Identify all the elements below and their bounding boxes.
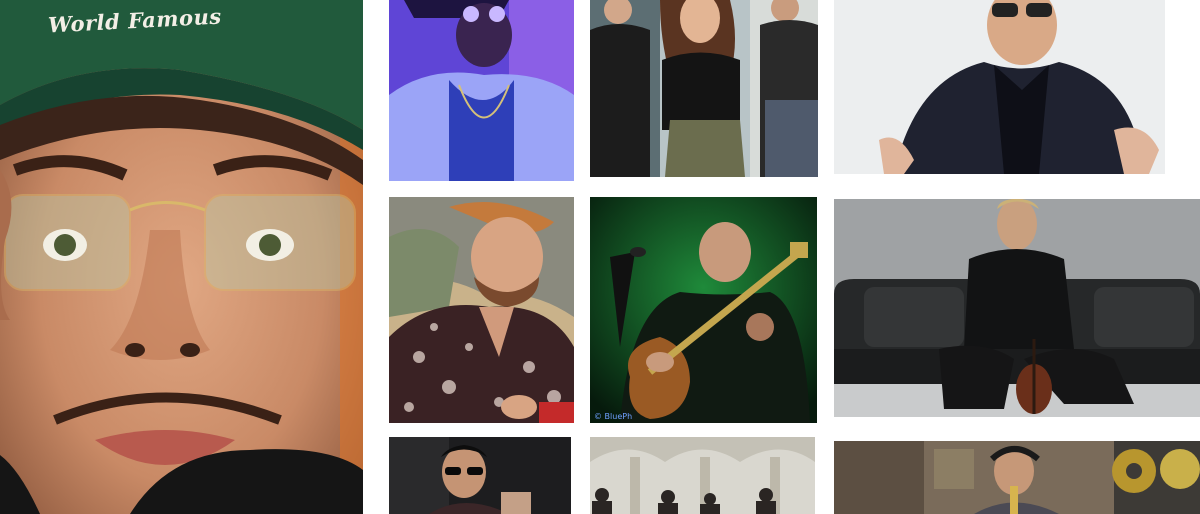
portrait-image [0, 0, 363, 514]
photo-image [834, 441, 1200, 514]
photo-man-green-cap[interactable]: World Famous [0, 0, 363, 514]
photo-band-hall[interactable] [590, 437, 815, 514]
photo-singer-studio[interactable] [834, 441, 1200, 514]
photo-image [389, 0, 574, 181]
photo-man-sunglasses[interactable] [389, 437, 571, 514]
photo-guitarist-green[interactable]: © BluePh [590, 197, 817, 423]
photo-man-dark-suit[interactable] [834, 0, 1165, 174]
photo-image [590, 197, 817, 423]
photo-band-trio[interactable] [590, 0, 818, 177]
photo-man-floral-shirt[interactable] [389, 197, 574, 423]
photo-image [590, 437, 815, 514]
photo-man-purple-light[interactable] [389, 0, 574, 181]
photo-image [389, 437, 571, 514]
photo-image [834, 0, 1165, 174]
photo-violinist-sofa[interactable] [834, 199, 1200, 417]
photo-image [590, 0, 818, 177]
photo-image [389, 197, 574, 423]
photo-credit: © BluePh [594, 412, 633, 421]
photo-image [834, 199, 1200, 417]
